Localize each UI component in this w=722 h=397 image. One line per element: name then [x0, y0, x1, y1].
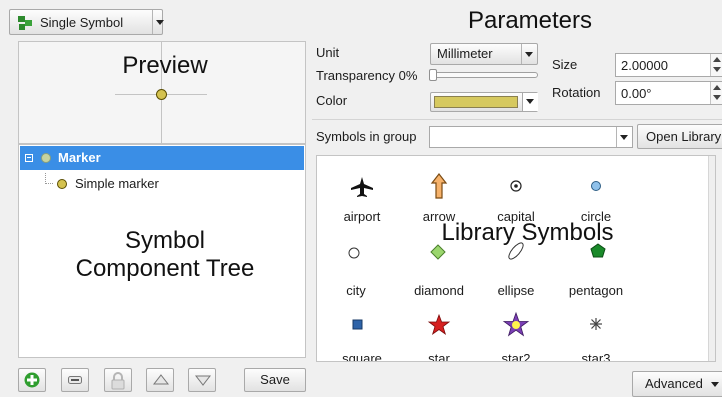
symbol-label: star3 — [581, 351, 611, 362]
capital-dot-icon — [501, 175, 531, 201]
symbol-label: star2 — [501, 351, 531, 362]
unit-label: Unit — [316, 45, 340, 60]
circle-icon — [581, 175, 611, 201]
collapse-icon[interactable] — [25, 154, 33, 162]
marker-icon — [41, 153, 51, 163]
preview-marker-dot — [156, 89, 167, 100]
chevron-down-icon — [156, 20, 164, 25]
spin-arrows-icon[interactable] — [710, 82, 722, 104]
city-circle-icon — [339, 240, 369, 266]
chevron-down-icon — [525, 52, 533, 57]
chevron-down-icon — [710, 382, 719, 388]
minus-icon — [68, 376, 82, 384]
unit-value: Millimeter — [437, 46, 493, 61]
plus-icon — [24, 372, 40, 388]
library-scrollbar[interactable] — [708, 156, 715, 361]
save-button[interactable]: Save — [244, 368, 306, 392]
slider-handle[interactable] — [429, 69, 437, 81]
rotation-spinbox[interactable]: 0.00° — [615, 81, 722, 105]
tree-branch-line — [45, 173, 53, 184]
annotation-line: Symbol — [124, 227, 206, 254]
symbol-library-list[interactable]: airport arrow capital circle city diamon… — [316, 155, 716, 362]
tree-item-label: Simple marker — [75, 176, 159, 191]
star-icon — [424, 312, 454, 338]
chevron-down-icon — [526, 99, 534, 104]
symbols-in-group-label: Symbols in group — [316, 129, 417, 144]
triangle-down-icon — [194, 375, 212, 386]
symbol-type-label: Single Symbol — [40, 15, 124, 30]
color-button[interactable] — [430, 92, 538, 112]
symbol-type-select[interactable]: Single Symbol — [9, 9, 164, 35]
lock-layer-button[interactable] — [104, 368, 132, 392]
library-symbols-annotation: Library Symbols — [441, 219, 614, 246]
lock-icon — [111, 372, 125, 390]
star3-icon — [581, 312, 611, 338]
size-spinbox[interactable]: 2.00000 — [615, 53, 722, 77]
add-layer-button[interactable] — [18, 368, 46, 392]
tree-item-marker[interactable]: Marker — [20, 146, 304, 170]
rotation-value: 0.00° — [621, 86, 652, 101]
symbol-label: pentagon — [568, 283, 624, 298]
advanced-button[interactable]: Advanced — [632, 371, 722, 397]
move-up-button[interactable] — [146, 368, 174, 392]
transparency-slider[interactable] — [429, 69, 538, 81]
dropdown-separator — [616, 127, 617, 147]
arrow-up-icon — [424, 172, 454, 199]
size-label: Size — [552, 57, 578, 72]
triangle-up-icon — [152, 374, 170, 385]
spin-arrows-icon[interactable] — [710, 54, 722, 76]
symbol-type-icon — [18, 16, 32, 30]
simple-marker-icon — [57, 179, 67, 189]
parameters-annotation: Parameters — [467, 7, 593, 34]
star2-icon — [501, 311, 531, 337]
preview-annotation: Preview — [122, 52, 208, 79]
divider — [312, 119, 722, 120]
color-swatch — [434, 96, 518, 108]
unit-select[interactable]: Millimeter — [430, 43, 538, 65]
symbol-tree-annotation: Symbol Component Tree — [30, 227, 300, 282]
tree-item-simple-marker[interactable]: Simple marker — [19, 173, 303, 195]
airplane-icon — [347, 174, 377, 200]
transparency-label: Transparency 0% — [316, 68, 418, 83]
advanced-label: Advanced — [645, 376, 703, 391]
rotation-label: Rotation — [552, 85, 601, 100]
annotation-line: Component Tree — [75, 254, 255, 282]
open-library-button[interactable]: Open Library — [637, 124, 722, 149]
size-value: 2.00000 — [621, 58, 668, 73]
group-select[interactable] — [429, 126, 633, 148]
symbol-label: city — [346, 283, 366, 298]
dropdown-separator — [521, 44, 522, 64]
dropdown-separator — [152, 10, 153, 34]
chevron-down-icon — [620, 135, 628, 140]
move-down-button[interactable] — [188, 368, 216, 392]
tree-item-label: Marker — [58, 150, 101, 165]
remove-layer-button[interactable] — [61, 368, 89, 392]
symbol-label: ellipse — [497, 283, 535, 298]
color-label: Color — [316, 93, 348, 108]
color-dropdown[interactable] — [522, 93, 538, 111]
square-icon — [343, 313, 373, 339]
